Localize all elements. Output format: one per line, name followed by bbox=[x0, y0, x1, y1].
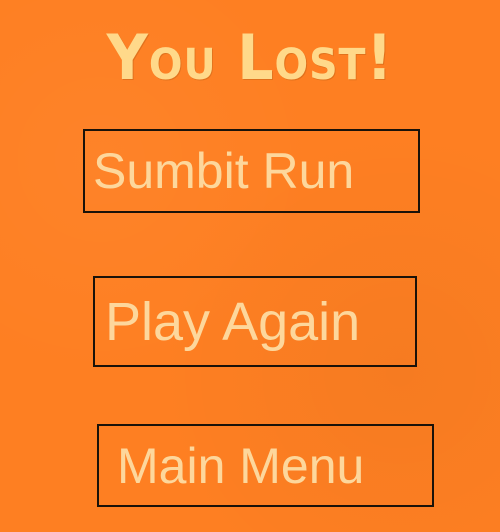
main-menu-button[interactable]: Main Menu bbox=[97, 424, 434, 507]
game-over-title: You Lost! bbox=[106, 21, 394, 94]
play-again-button[interactable]: Play Again bbox=[93, 276, 417, 367]
submit-run-button[interactable]: Sumbit Run bbox=[83, 129, 420, 213]
main-menu-label: Main Menu bbox=[117, 437, 365, 494]
game-over-screen: You Lost! Sumbit Run Play Again Main Men… bbox=[0, 0, 500, 532]
play-again-label: Play Again bbox=[105, 291, 361, 352]
submit-run-label: Sumbit Run bbox=[93, 143, 355, 199]
